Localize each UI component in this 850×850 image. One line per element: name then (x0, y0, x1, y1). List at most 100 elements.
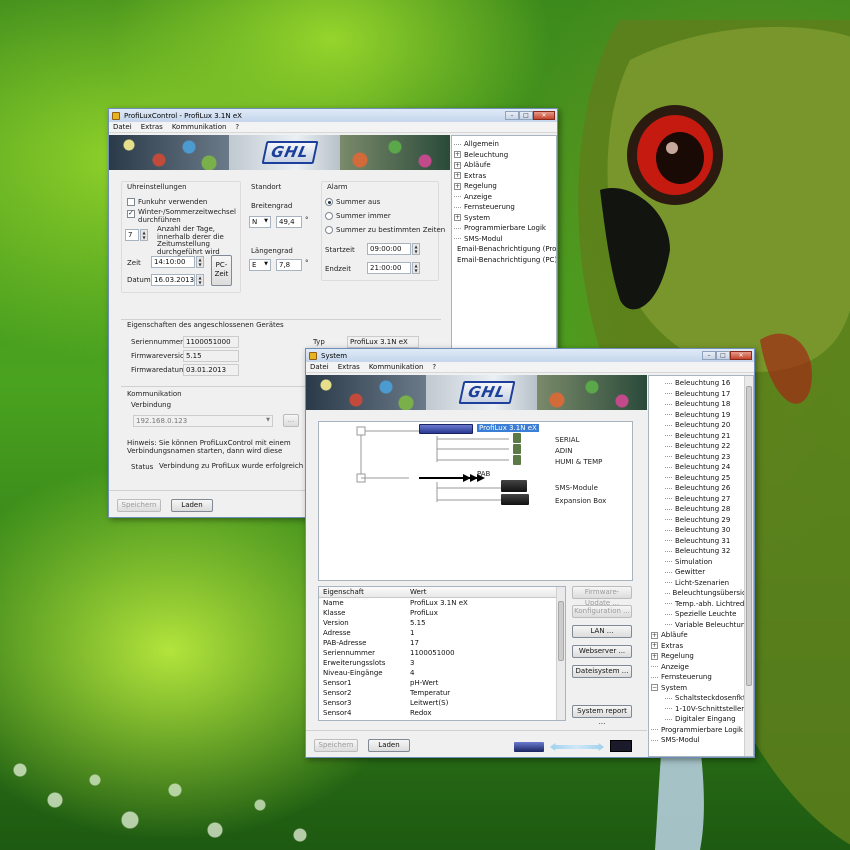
end-time-spinner[interactable]: ▲ ▼ (412, 262, 420, 274)
firmware-update-button[interactable]: Firmware-Update ... (572, 586, 632, 607)
window1-titlebar[interactable]: ProfiLuxControl - ProfiLux 3.1N eX – □ ✕ (109, 109, 557, 122)
tree-scrollbar[interactable] (744, 376, 753, 756)
tree-item[interactable]: Beleuchtung 24 (651, 462, 753, 473)
table-row[interactable]: Klasse ProfiLux (319, 608, 565, 618)
tree-item[interactable]: + System (454, 213, 556, 224)
table-row[interactable]: Version 5.15 (319, 618, 565, 628)
maximize-button[interactable]: □ (519, 111, 533, 120)
longitude-direction-select[interactable]: E ▼ (249, 259, 271, 271)
expand-icon[interactable]: + (651, 631, 658, 639)
lan-button[interactable]: LAN ... (572, 625, 632, 638)
table-row[interactable]: Adresse 1 (319, 628, 565, 638)
menu-extras[interactable]: Extras (141, 123, 163, 131)
expand-icon[interactable]: + (454, 161, 461, 169)
tree-item[interactable]: Beleuchtung 27 (651, 494, 753, 505)
root-device-label[interactable]: ProfiLux 3.1N eX (477, 424, 539, 432)
table-row[interactable]: Sensor2 Temperatur (319, 688, 565, 698)
tree-item[interactable]: Beleuchtung 18 (651, 399, 753, 410)
table-row[interactable]: Sensor3 Leitwert(S) (319, 698, 565, 708)
tree-item[interactable]: + Regelung (651, 651, 753, 662)
tree-item[interactable]: Spezielle Leuchte (651, 609, 753, 620)
tree-item[interactable]: Licht-Szenarien (651, 578, 753, 589)
start-time-input[interactable]: 09:00:00 (367, 243, 411, 255)
maximize-button[interactable]: □ (716, 351, 730, 360)
save-button[interactable]: Speichern (314, 739, 358, 752)
tree-item[interactable]: Email-Benachrichtigung (Profi (454, 244, 556, 255)
tree-item[interactable]: Schaltsteckdosenfkt. (651, 693, 753, 704)
table-row[interactable]: Erweiterungsslots 3 (319, 658, 565, 668)
filesystem-button[interactable]: Dateisystem ... (572, 665, 632, 678)
tree-item[interactable]: Gewitter (651, 567, 753, 578)
tree-item[interactable]: 1-10V-Schnittstellen (651, 704, 753, 715)
column-header-property[interactable]: Eigenschaft (319, 587, 407, 597)
close-button[interactable]: ✕ (533, 111, 555, 120)
expand-icon[interactable]: + (454, 151, 461, 159)
load-button[interactable]: Laden (171, 499, 213, 512)
table-row[interactable]: PAB-Adresse 17 (319, 638, 565, 648)
save-button[interactable]: Speichern (117, 499, 161, 512)
tree-item[interactable]: Beleuchtung 31 (651, 536, 753, 547)
tree-item[interactable]: Beleuchtung 20 (651, 420, 753, 431)
tree-item[interactable]: Email-Benachrichtigung (PC) (454, 255, 556, 266)
tree-item[interactable]: Variable Beleuchtung (651, 620, 753, 631)
tree-item[interactable]: Beleuchtung 22 (651, 441, 753, 452)
collapse-icon[interactable]: − (651, 684, 658, 692)
tree-item[interactable]: Beleuchtung 28 (651, 504, 753, 515)
table-scrollbar[interactable] (556, 587, 565, 720)
radio-clock-checkbox[interactable] (127, 198, 135, 206)
menu-help[interactable]: ? (235, 123, 239, 131)
table-row[interactable]: Sensor1 pH-Wert (319, 678, 565, 688)
tree-item[interactable]: Beleuchtung 26 (651, 483, 753, 494)
tree-item[interactable]: + Abläufe (651, 630, 753, 641)
days-input[interactable]: 7 (125, 229, 139, 241)
expand-icon[interactable]: + (651, 642, 658, 650)
tree-item[interactable]: + Abläufe (454, 160, 556, 171)
pc-time-button[interactable]: PC-Zeit (211, 255, 232, 286)
tree-item[interactable]: Digitaler Eingang (651, 714, 753, 725)
tree-item[interactable]: + Regelung (454, 181, 556, 192)
tree-item[interactable]: − System (651, 683, 753, 694)
tree-item[interactable]: Anzeige (651, 662, 753, 673)
minimize-button[interactable]: – (505, 111, 519, 120)
start-time-spinner[interactable]: ▲ ▼ (412, 243, 420, 255)
tree-item[interactable]: Beleuchtungsübersicht (651, 588, 753, 599)
system-report-button[interactable]: System report ... (572, 705, 632, 726)
close-button[interactable]: ✕ (730, 351, 752, 360)
days-spinner[interactable]: ▲ ▼ (140, 229, 148, 241)
menu-kommunikation[interactable]: Kommunikation (369, 363, 424, 371)
expand-icon[interactable]: + (454, 172, 461, 180)
tree-item[interactable]: Anzeige (454, 192, 556, 203)
tree-item[interactable]: Beleuchtung 29 (651, 515, 753, 526)
menu-datei[interactable]: Datei (310, 363, 329, 371)
longitude-input[interactable]: 7,8 (276, 259, 302, 271)
menu-datei[interactable]: Datei (113, 123, 132, 131)
connection-more-button[interactable]: ... (283, 414, 299, 427)
tree-scrollbar-thumb[interactable] (746, 386, 752, 686)
table-row[interactable]: Name ProfiLux 3.1N eX (319, 598, 565, 608)
navigation-tree[interactable]: Beleuchtung 16 Beleuchtung 17 Beleuchtun… (648, 375, 754, 757)
tree-item[interactable]: Beleuchtung 19 (651, 410, 753, 421)
window2-titlebar[interactable]: System – □ ✕ (306, 349, 754, 362)
connection-select[interactable]: 192.168.0.123 ▼ (133, 415, 273, 427)
expand-icon[interactable]: + (454, 214, 461, 222)
time-input[interactable]: 14:10:00 (151, 256, 195, 268)
tree-item[interactable]: Programmierbare Logik (454, 223, 556, 234)
tree-item[interactable]: Temp.-abh. Lichtred. (651, 599, 753, 610)
tree-item[interactable]: + Extras (454, 171, 556, 182)
tree-item[interactable]: Fernsteuerung (454, 202, 556, 213)
latitude-direction-select[interactable]: N ▼ (249, 216, 271, 228)
tree-item[interactable]: Beleuchtung 17 (651, 389, 753, 400)
webserver-button[interactable]: Webserver ... (572, 645, 632, 658)
tree-item[interactable]: SMS-Modul (651, 735, 753, 746)
column-header-value[interactable]: Wert (407, 587, 553, 597)
tree-item[interactable]: Beleuchtung 25 (651, 473, 753, 484)
load-button[interactable]: Laden (368, 739, 410, 752)
tree-item[interactable]: Beleuchtung 23 (651, 452, 753, 463)
configuration-button[interactable]: Konfiguration ... (572, 605, 632, 618)
tree-item[interactable]: Simulation (651, 557, 753, 568)
table-scrollbar-thumb[interactable] (558, 601, 564, 661)
menu-help[interactable]: ? (432, 363, 436, 371)
latitude-input[interactable]: 49,4 (276, 216, 302, 228)
alarm-off-radio[interactable] (325, 198, 333, 206)
table-row[interactable]: Seriennummer 1100051000 (319, 648, 565, 658)
